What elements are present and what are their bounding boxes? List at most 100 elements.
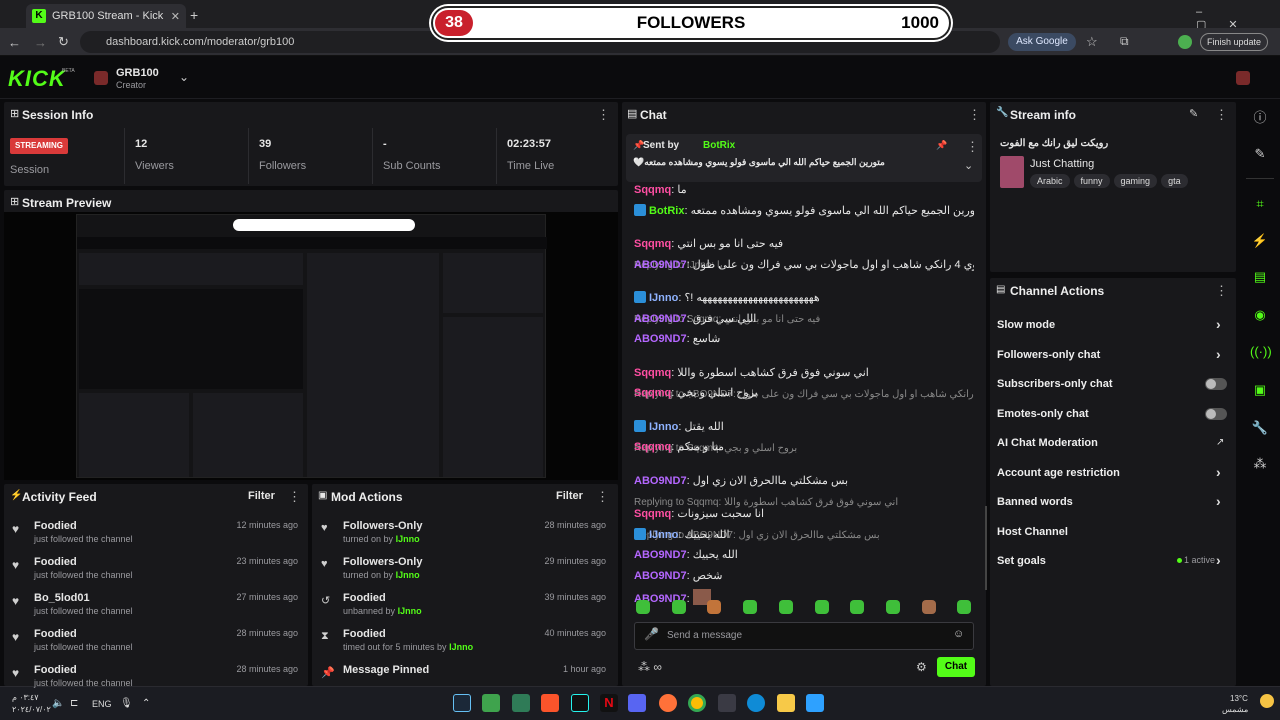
- chat-menu-icon[interactable]: ⋮: [968, 107, 981, 123]
- chat-username[interactable]: Sqqmq: [634, 387, 671, 399]
- chat-message[interactable]: IJnno: هههههههههههههههههههههههه !؟: [634, 291, 974, 305]
- profile-avatar[interactable]: [1178, 35, 1192, 49]
- netflix-icon[interactable]: N: [600, 694, 618, 712]
- app-icon[interactable]: [482, 694, 500, 712]
- edge-icon[interactable]: [747, 694, 765, 712]
- chat-username[interactable]: ABO9ND7: [634, 313, 687, 325]
- category-name[interactable]: Just Chatting: [1030, 158, 1094, 170]
- steam-icon[interactable]: [453, 694, 471, 712]
- unpin-icon[interactable]: 📌: [936, 140, 947, 151]
- mod-action-name[interactable]: Message Pinned: [343, 664, 429, 676]
- kick-logo[interactable]: KICK: [8, 66, 66, 92]
- stream-tag[interactable]: Arabic: [1030, 174, 1070, 188]
- brave-icon[interactable]: [541, 694, 559, 712]
- emote-quick-pick[interactable]: [707, 600, 722, 614]
- chevron-right-icon[interactable]: ›: [1216, 316, 1221, 332]
- chat-send-button[interactable]: Chat: [937, 657, 975, 677]
- activity-username[interactable]: Foodied: [34, 520, 77, 532]
- back-icon[interactable]: ←: [8, 35, 21, 50]
- chat-username[interactable]: IJnno: [649, 292, 678, 304]
- weather-icon[interactable]: [1260, 694, 1274, 708]
- chat-message[interactable]: ABO9ND7: شخص: [634, 569, 974, 583]
- chrome-icon[interactable]: [688, 694, 706, 712]
- emote-quick-pick[interactable]: [814, 600, 829, 614]
- mod-action-name[interactable]: Foodied: [343, 628, 386, 640]
- chat-scrollbar[interactable]: [985, 506, 987, 590]
- chat-message[interactable]: Sqqmq: انا سحبت سيزونات: [634, 507, 974, 521]
- channel-action-label[interactable]: Slow mode: [997, 319, 1055, 331]
- edit-stream-info-icon[interactable]: ✎: [1189, 107, 1198, 120]
- channel-switcher-chevron-icon[interactable]: ⌄: [179, 70, 189, 84]
- chat-bubble-icon[interactable]: ◉: [1250, 305, 1270, 325]
- channel-action-label[interactable]: Host Channel: [997, 526, 1068, 538]
- pinned-menu-icon[interactable]: ⋮: [966, 139, 979, 155]
- bookmark-star-icon[interactable]: ☆: [1086, 34, 1098, 50]
- chat-username[interactable]: ABO9ND7: [634, 259, 687, 271]
- emote-quick-pick[interactable]: [957, 600, 972, 614]
- pinned-collapse-chevron-icon[interactable]: ⌄: [964, 159, 973, 172]
- chat-message[interactable]: Sqqmq: بروح اسلي و بجي: [634, 386, 974, 400]
- forward-icon[interactable]: →: [34, 35, 47, 50]
- channel-actions-menu-icon[interactable]: ⋮: [1215, 283, 1228, 299]
- chevron-right-icon[interactable]: ›: [1216, 552, 1221, 568]
- chat-username[interactable]: Sqqmq: [634, 441, 671, 453]
- extensions-icon[interactable]: ⧉: [1120, 34, 1129, 49]
- discord-icon[interactable]: [628, 694, 646, 712]
- chat-settings-gear-icon[interactable]: ⚙: [916, 660, 927, 674]
- activity-username[interactable]: Foodied: [34, 556, 77, 568]
- emote-quick-pick[interactable]: [778, 600, 793, 614]
- channel-action-label[interactable]: Emotes-only chat: [997, 408, 1089, 420]
- channel-action-label[interactable]: Subscribers-only chat: [997, 378, 1113, 390]
- chat-username[interactable]: ABO9ND7: [634, 570, 687, 582]
- channel-action-label[interactable]: AI Chat Moderation: [997, 437, 1098, 449]
- mic-tray-icon[interactable]: 🎙: [120, 698, 133, 709]
- store-icon[interactable]: [718, 694, 736, 712]
- mod-filter-button[interactable]: Filter: [556, 490, 583, 502]
- nodes-icon[interactable]: ⁂: [1250, 454, 1270, 474]
- info-icon[interactable]: ⓘ: [1250, 108, 1270, 128]
- chat-tools-icon[interactable]: ⁂ ∞: [638, 660, 662, 674]
- new-tab-icon[interactable]: +: [190, 7, 198, 23]
- emote-quick-pick[interactable]: [850, 600, 865, 614]
- activity-filter-button[interactable]: Filter: [248, 490, 275, 502]
- chat-message[interactable]: IJnno: الله يحييك: [634, 527, 974, 542]
- bolt-icon[interactable]: ⚡: [1250, 231, 1270, 251]
- chat-username[interactable]: Sqqmq: [634, 184, 671, 196]
- windows-start-icon[interactable]: [806, 694, 824, 712]
- emote-quick-pick[interactable]: [636, 600, 650, 614]
- chat-message[interactable]: BotRix: متورين الجميع حياكم الله الي ماس…: [634, 203, 974, 218]
- header-avatar[interactable]: [1236, 71, 1250, 85]
- file-explorer-icon[interactable]: [777, 694, 795, 712]
- emote-quick-pick[interactable]: [671, 600, 686, 614]
- mod-action-moderator[interactable]: IJnno: [396, 570, 420, 580]
- network-icon[interactable]: ⊏: [70, 698, 78, 709]
- toggle-switch[interactable]: [1205, 407, 1227, 420]
- language-indicator[interactable]: ENG: [92, 699, 112, 709]
- mod-action-name[interactable]: Foodied: [343, 592, 386, 604]
- chat-username[interactable]: ABO9ND7: [634, 475, 687, 487]
- pinned-user[interactable]: BotRix: [703, 140, 735, 151]
- stream-info-menu-icon[interactable]: ⋮: [1215, 107, 1228, 123]
- mod-action-moderator[interactable]: IJnno: [396, 534, 420, 544]
- emote-quick-pick[interactable]: [743, 600, 758, 614]
- tray-expand-icon[interactable]: ⌃: [142, 698, 150, 709]
- chat-message[interactable]: ABO9ND7: الله يحييك: [634, 548, 974, 562]
- chat-message[interactable]: ABO9ND7: بس مشكلتي ماالحرق الان زي اول: [634, 474, 974, 488]
- mod-action-name[interactable]: Followers-Only: [343, 556, 422, 568]
- chat-username[interactable]: ABO9ND7: [634, 549, 687, 561]
- chevron-right-icon[interactable]: ›: [1216, 464, 1221, 480]
- chat-message[interactable]: ABO9ND7: شاسع: [634, 332, 974, 346]
- channel-action-label[interactable]: Followers-only chat: [997, 349, 1100, 361]
- chat-message[interactable]: Sqqmq: منا و منكم: [634, 440, 974, 454]
- app-icon[interactable]: [512, 694, 530, 712]
- emote-quick-pick[interactable]: [921, 600, 936, 614]
- stream-tag[interactable]: gaming: [1113, 174, 1158, 188]
- chat-username[interactable]: BotRix: [649, 205, 684, 217]
- mod-action-name[interactable]: Followers-Only: [343, 520, 422, 532]
- chat-message[interactable]: ABO9ND7: انا كنت سوي 4 رانكي شاهب او اول…: [634, 258, 974, 272]
- wrench-icon[interactable]: 🔧: [1250, 418, 1270, 438]
- external-link-icon[interactable]: ↗: [1216, 437, 1224, 448]
- clip-icon[interactable]: ⌗: [1250, 194, 1270, 214]
- document-icon[interactable]: ▤: [1250, 267, 1270, 287]
- activity-username[interactable]: Foodied: [34, 664, 77, 676]
